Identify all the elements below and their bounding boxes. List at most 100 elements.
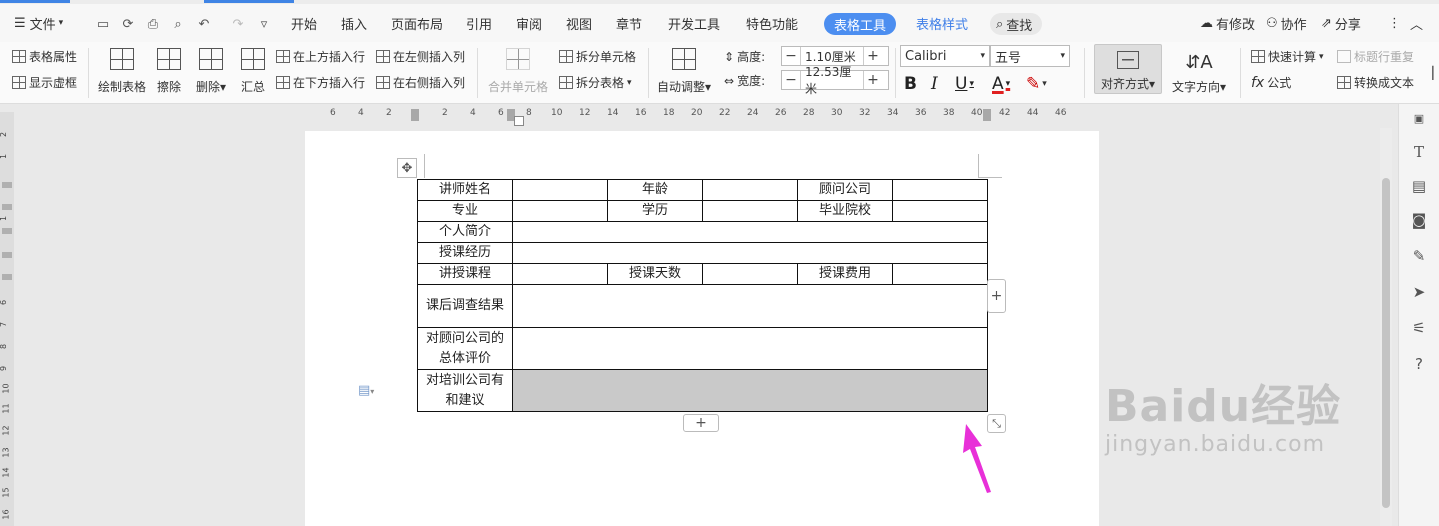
table-cell[interactable]: 课后调查结果: [417, 284, 513, 328]
table-cell[interactable]: [512, 263, 608, 285]
undo-icon[interactable]: ↶: [196, 16, 212, 32]
decrease-height-button[interactable]: −: [782, 48, 800, 64]
insert-below-button[interactable]: 在下方插入行: [276, 74, 365, 91]
tab-review[interactable]: 审阅: [516, 4, 542, 42]
ribbon-scroll-icon[interactable]: ▕: [1424, 66, 1433, 80]
table-move-handle[interactable]: ✥: [397, 158, 417, 178]
tab-developer[interactable]: 开发工具: [668, 4, 720, 42]
tab-page-layout[interactable]: 页面布局: [391, 4, 443, 42]
formula-button[interactable]: fx 公式: [1251, 74, 1291, 91]
text-direction-button[interactable]: ⇵A 文字方向▾: [1172, 48, 1226, 95]
table-cell[interactable]: [702, 200, 798, 222]
tab-special[interactable]: 特色功能: [746, 4, 798, 42]
font-name-select[interactable]: Calibri ▾: [900, 45, 990, 67]
bold-button[interactable]: B: [904, 74, 917, 94]
document-table[interactable]: 讲师姓名 年龄 顾问公司 专业 学历 毕业院校 个人简介 授课经历 讲授课程 授…: [417, 179, 988, 412]
repeat-header-button[interactable]: 标题行重复: [1337, 48, 1414, 65]
vertical-ruler[interactable]: 2 1 1 6 7 8 9 10 11 12 13 14 15 16: [0, 112, 14, 526]
width-stepper[interactable]: −12.53厘米 +: [781, 65, 889, 96]
cursor-icon[interactable]: ➤: [1409, 282, 1429, 302]
paragraph-layout-icon[interactable]: ▤▾: [358, 383, 374, 398]
more-options-icon[interactable]: ⋮: [1388, 4, 1401, 42]
document-icon[interactable]: ▤: [1409, 176, 1429, 196]
table-cell[interactable]: 个人简介: [417, 221, 513, 243]
print-preview-icon[interactable]: ⌕: [170, 16, 186, 32]
ruler-marker[interactable]: [411, 109, 419, 121]
table-cell[interactable]: [512, 284, 988, 328]
table-cell[interactable]: 年龄: [607, 179, 703, 201]
insert-right-button[interactable]: 在右侧插入列: [376, 74, 465, 91]
table-cell[interactable]: 专业: [417, 200, 513, 222]
pen-icon[interactable]: ✎: [1409, 246, 1429, 266]
tab-table-tools[interactable]: 表格工具: [824, 13, 897, 35]
decrease-width-button[interactable]: −: [782, 72, 800, 88]
increase-width-button[interactable]: +: [864, 72, 882, 88]
quick-calc-button[interactable]: 快速计算 ▾: [1251, 48, 1324, 65]
table-cell[interactable]: [892, 200, 988, 222]
sidebar-toggle-icon[interactable]: ▣: [1409, 108, 1429, 128]
delete-button[interactable]: 删除▾: [196, 48, 226, 95]
indent-marker[interactable]: [514, 116, 524, 126]
table-cell[interactable]: 讲师姓名: [417, 179, 513, 201]
tab-view[interactable]: 视图: [566, 4, 592, 42]
table-cell[interactable]: 对培训公司有和建议: [417, 369, 513, 412]
scrollbar-thumb[interactable]: [1382, 178, 1390, 508]
table-cell[interactable]: 授课经历: [417, 242, 513, 264]
horizontal-ruler[interactable]: 6 4 2 2 4 6 8 10 12 14 16 18 20 22 24 26…: [0, 104, 1398, 124]
split-table-button[interactable]: 拆分表格 ▾: [559, 74, 632, 91]
table-cell[interactable]: [892, 179, 988, 201]
table-cell[interactable]: [512, 200, 608, 222]
split-cells-button[interactable]: 拆分单元格: [559, 48, 636, 65]
save-icon[interactable]: ▭: [95, 16, 111, 32]
add-row-button[interactable]: +: [683, 414, 719, 432]
collapse-ribbon-icon[interactable]: ︿: [1410, 4, 1423, 42]
sliders-icon[interactable]: ⚟: [1409, 318, 1429, 338]
width-input[interactable]: 12.53厘米: [800, 65, 864, 96]
erase-button[interactable]: 擦除: [157, 48, 181, 95]
modified-button[interactable]: ☁ 有修改: [1200, 4, 1255, 42]
add-column-button[interactable]: +: [987, 279, 1006, 313]
ruler-marker[interactable]: [983, 109, 991, 121]
font-size-select[interactable]: 五号 ▾: [990, 45, 1070, 67]
file-menu[interactable]: ☰ 文件 ▾: [14, 4, 63, 42]
table-cell[interactable]: [892, 263, 988, 285]
format-painter-icon[interactable]: ⟳: [120, 16, 136, 32]
align-button[interactable]: 对齐方式▾: [1094, 44, 1162, 94]
tab-insert[interactable]: 插入: [341, 4, 367, 42]
table-cell[interactable]: 授课天数: [607, 263, 703, 285]
table-properties-button[interactable]: 表格属性: [12, 48, 77, 65]
show-gridlines-button[interactable]: 显示虚框: [12, 74, 77, 91]
vertical-scrollbar[interactable]: [1380, 128, 1392, 526]
draw-table-button[interactable]: 绘制表格: [98, 48, 146, 95]
highlight-button[interactable]: ✎ ▾: [1026, 74, 1047, 94]
tab-table-style[interactable]: 表格样式: [916, 4, 968, 42]
insert-left-button[interactable]: 在左侧插入列: [376, 48, 465, 65]
table-cell[interactable]: [512, 221, 988, 243]
search-button[interactable]: ⌕ 查找: [990, 13, 1042, 35]
table-cell[interactable]: 讲授课程: [417, 263, 513, 285]
table-cell[interactable]: 学历: [607, 200, 703, 222]
more-icon[interactable]: ▿: [256, 16, 272, 32]
font-color-button[interactable]: A ▾: [992, 74, 1010, 94]
table-cell[interactable]: [512, 327, 988, 370]
document-settings-icon[interactable]: ◙: [1409, 210, 1429, 230]
print-icon[interactable]: ⎙: [145, 16, 161, 32]
underline-button[interactable]: U ▾: [955, 74, 974, 94]
auto-fit-button[interactable]: 自动调整▾: [657, 48, 711, 95]
table-cell[interactable]: 授课费用: [797, 263, 893, 285]
redo-icon[interactable]: ↷: [230, 16, 246, 32]
help-icon[interactable]: ?: [1409, 354, 1429, 374]
table-cell[interactable]: [512, 179, 608, 201]
text-style-icon[interactable]: T: [1409, 142, 1429, 162]
tab-start[interactable]: 开始: [291, 4, 317, 42]
tab-references[interactable]: 引用: [466, 4, 492, 42]
table-cell[interactable]: 毕业院校: [797, 200, 893, 222]
table-cell[interactable]: 顾问公司: [797, 179, 893, 201]
convert-to-text-button[interactable]: 转换成文本: [1337, 74, 1414, 91]
table-cell[interactable]: [702, 263, 798, 285]
table-cell[interactable]: 对顾问公司的总体评价: [417, 327, 513, 370]
increase-height-button[interactable]: +: [864, 48, 882, 64]
table-cell[interactable]: [702, 179, 798, 201]
table-cell[interactable]: [512, 242, 988, 264]
italic-button[interactable]: I: [931, 74, 938, 94]
